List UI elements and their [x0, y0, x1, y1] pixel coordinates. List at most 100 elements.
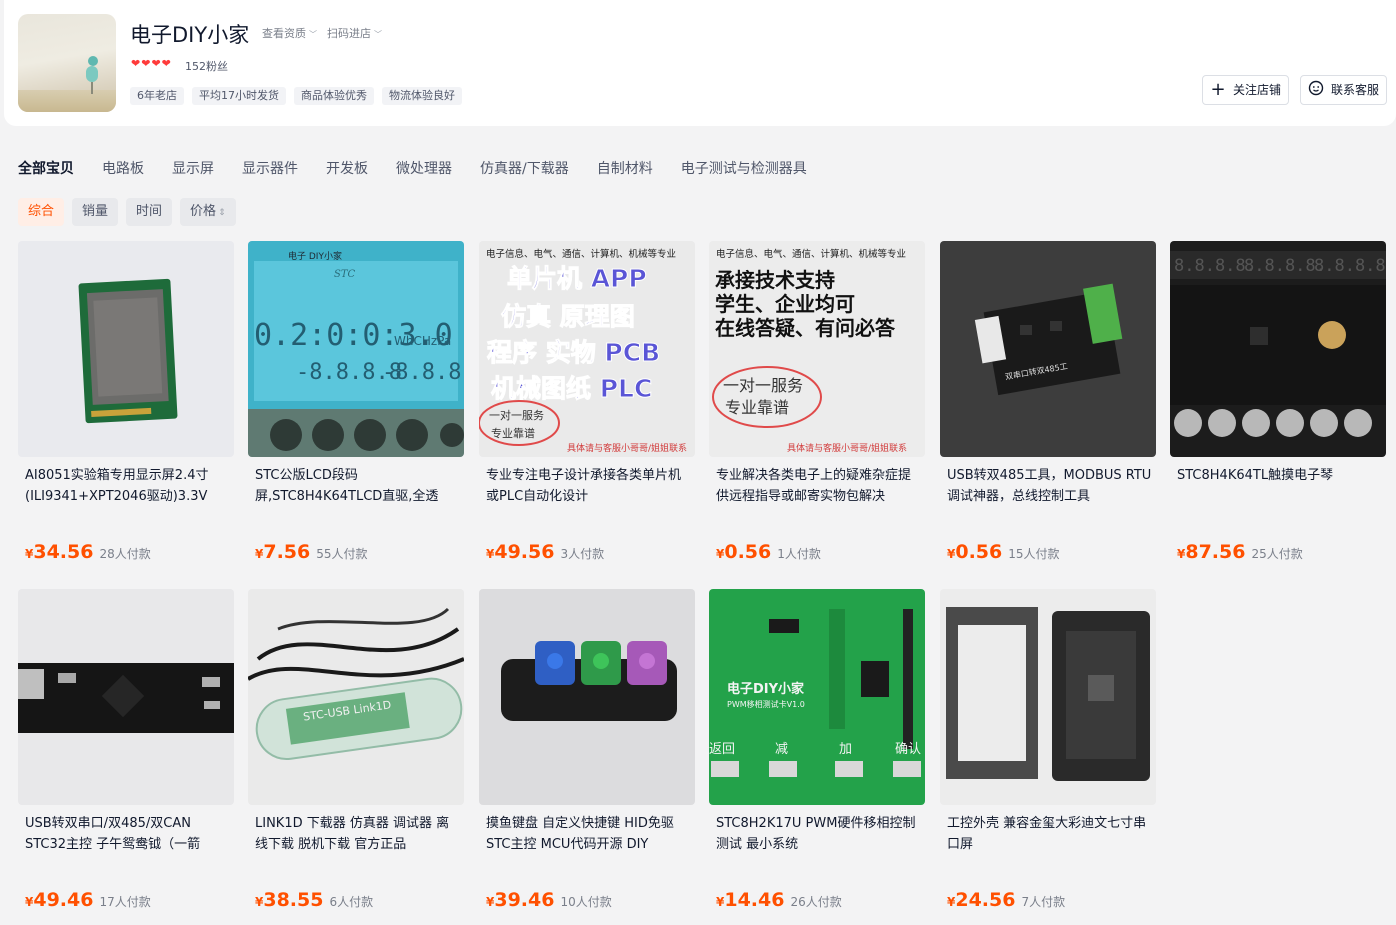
product-card[interactable]: AI8051实验箱专用显示屏2.4寸(ILI9341+XPT2046驱动)3.3…: [18, 241, 234, 577]
product-price: 34.56: [33, 541, 94, 563]
svg-text:一对一服务: 一对一服务: [723, 376, 803, 395]
tab-diy-materials[interactable]: 自制材料: [597, 158, 653, 180]
contact-service-button[interactable]: 联系客服: [1300, 75, 1387, 105]
svg-text:返回: 返回: [709, 742, 735, 757]
product-image-lcd-module[interactable]: [18, 241, 234, 457]
svg-text:电子DIY小家: 电子DIY小家: [727, 681, 805, 697]
plus-icon: +: [1210, 79, 1226, 100]
shop-tags: 6年老店 平均17小时发货 商品体验优秀 物流体验良好: [130, 87, 462, 105]
tab-test-instruments[interactable]: 电子测试与检测器具: [681, 158, 807, 180]
tab-display-device[interactable]: 显示器件: [242, 158, 298, 180]
svg-text:专业靠谱: 专业靠谱: [725, 398, 789, 417]
product-price: 38.55: [263, 889, 324, 911]
product-card[interactable]: 电子信息、电气、通信、计算机、机械等专业 承接技术支持 学生、企业均可 在线答疑…: [709, 241, 925, 577]
svg-text:一对一服务: 一对一服务: [489, 408, 544, 422]
product-title[interactable]: AI8051实验箱专用显示屏2.4寸(ILI9341+XPT2046驱动)3.3…: [25, 465, 230, 509]
tab-all-items[interactable]: 全部宝贝: [18, 158, 74, 180]
product-price-row: ¥ 38.55 6人付款: [255, 889, 373, 911]
product-sold-count: 25人付款: [1251, 547, 1303, 561]
product-price-row: ¥ 0.56 1人付款: [716, 541, 821, 563]
product-title[interactable]: 工控外壳 兼容金玺大彩迪文七寸串口屏: [947, 813, 1152, 857]
svg-text:PWM移相测试卡V1.0: PWM移相测试卡V1.0: [727, 699, 805, 709]
product-price: 0.56: [724, 541, 772, 563]
svg-text:学生、企业均可: 学生、企业均可: [715, 292, 855, 316]
tab-dev-board[interactable]: 开发板: [326, 158, 368, 180]
product-title[interactable]: 专业专注电子设计承接各类单片机或PLC自动化设计: [486, 465, 691, 509]
product-price-row: ¥ 87.56 25人付款: [1177, 541, 1303, 563]
customer-service-icon: [1308, 80, 1324, 100]
tab-circuit-board[interactable]: 电路板: [102, 158, 144, 180]
product-card[interactable]: STC-USB Link1D LINK1D 下载器 仿真器 调试器 离线下载 脱…: [248, 589, 464, 925]
view-credentials-link[interactable]: 查看资质 ﹀: [262, 25, 317, 41]
heart-icon: ❤: [151, 57, 161, 70]
product-image-ad-design[interactable]: 电子信息、电气、通信、计算机、机械等专业 单片机 APP 仿真 原理图 程序 实…: [479, 241, 695, 457]
svg-text:加: 加: [839, 742, 852, 757]
product-title[interactable]: STC8H2K17U PWM硬件移相控制测试 最小系统: [716, 813, 921, 857]
product-title[interactable]: 专业解决各类电子上的疑难杂症提供远程指导或邮寄实物包解决: [716, 465, 921, 509]
svg-text:电子 DIY小家: 电子 DIY小家: [288, 250, 342, 262]
product-price: 49.46: [33, 889, 94, 911]
svg-text:STC: STC: [334, 269, 356, 280]
svg-text:机械图纸 PLC: 机械图纸 PLC: [491, 374, 652, 403]
svg-text:减: 减: [775, 742, 788, 757]
product-price: 0.56: [955, 541, 1003, 563]
scan-to-shop-link[interactable]: 扫码进店 ﹀: [327, 25, 382, 41]
product-image-enclosure[interactable]: [940, 589, 1156, 805]
heart-icon: ❤: [141, 57, 151, 70]
product-price: 24.56: [955, 889, 1016, 911]
product-card[interactable]: USB转双串口/双485/双CAN STC32主控 子午鸳鸯钺（一箭 ¥ 49.…: [18, 589, 234, 925]
shop-avatar[interactable]: [18, 14, 116, 112]
product-price: 49.56: [494, 541, 555, 563]
product-card[interactable]: 双串口转双485工 USB转双485工具，MODBUS RTU调试神器，总线控制…: [940, 241, 1156, 577]
currency-symbol: ¥: [947, 895, 956, 909]
tab-microprocessor[interactable]: 微处理器: [396, 158, 452, 180]
product-sold-count: 17人付款: [99, 895, 151, 909]
product-title[interactable]: STC公版LCD段码屏,STC8H4K64TLCD直驱,全透: [255, 465, 460, 509]
svg-text:程序 实物 PCB: 程序 实物 PCB: [487, 338, 660, 367]
svg-text:具体请与客服小哥哥/姐姐联系: 具体请与客服小哥哥/姐姐联系: [567, 442, 687, 454]
shop-name[interactable]: 电子DIY小家: [130, 19, 249, 49]
product-card[interactable]: 工控外壳 兼容金玺大彩迪文七寸串口屏 ¥ 24.56 7人付款: [940, 589, 1156, 925]
product-card[interactable]: 8.8.8.8. 8.8.8.8. 8.8.8.8. STC8H4K64TL触摸…: [1170, 241, 1386, 577]
product-image-segment-lcd[interactable]: 电子 DIY小家 STC 0.2:0:0:3.0 WhCHzPa -8.8.8.…: [248, 241, 464, 457]
shop-tag: 商品体验优秀: [294, 87, 374, 105]
shop-tag: 平均17小时发货: [192, 87, 286, 105]
product-image-touch-piano[interactable]: 8.8.8.8. 8.8.8.8. 8.8.8.8.: [1170, 241, 1386, 457]
product-card[interactable]: 电子DIY小家 PWM移相测试卡V1.0 返回 减 加 确认 STC8H2K17…: [709, 589, 925, 925]
svg-text:仿真 原理图: 仿真 原理图: [501, 302, 635, 331]
product-title[interactable]: USB转双串口/双485/双CAN STC32主控 子午鸳鸯钺（一箭: [25, 813, 230, 857]
product-title[interactable]: USB转双485工具，MODBUS RTU调试神器，总线控制工具: [947, 465, 1152, 509]
svg-text:承接技术支持: 承接技术支持: [715, 268, 835, 292]
product-card[interactable]: 摸鱼键盘 自定义快捷键 HID免驱 STC主控 MCU代码开源 DIY ¥ 39…: [479, 589, 695, 925]
product-image-usb-dual-serial[interactable]: [18, 589, 234, 805]
currency-symbol: ¥: [1177, 547, 1186, 561]
product-image-pwm-board[interactable]: 电子DIY小家 PWM移相测试卡V1.0 返回 减 加 确认: [709, 589, 925, 805]
product-title[interactable]: STC8H4K64TL触摸电子琴: [1177, 465, 1382, 509]
svg-text:-8.8.8.8: -8.8.8.8: [382, 360, 464, 385]
tab-emulator-downloader[interactable]: 仿真器/下载器: [480, 158, 569, 180]
sort-price[interactable]: 价格 ⇕: [180, 198, 236, 226]
product-image-ad-support[interactable]: 电子信息、电气、通信、计算机、机械等专业 承接技术支持 学生、企业均可 在线答疑…: [709, 241, 925, 457]
sort-sales[interactable]: 销量: [72, 198, 119, 226]
svg-text:在线答疑、有问必答: 在线答疑、有问必答: [715, 316, 896, 340]
product-price-row: ¥ 0.56 15人付款: [947, 541, 1060, 563]
svg-text:电子信息、电气、通信、计算机、机械等专业: 电子信息、电气、通信、计算机、机械等专业: [716, 248, 906, 260]
follow-shop-button[interactable]: + 关注店铺: [1202, 75, 1289, 105]
product-title[interactable]: 摸鱼键盘 自定义快捷键 HID免驱 STC主控 MCU代码开源 DIY: [486, 813, 691, 857]
product-card[interactable]: 电子信息、电气、通信、计算机、机械等专业 单片机 APP 仿真 原理图 程序 实…: [479, 241, 695, 577]
product-image-link1d[interactable]: STC-USB Link1D: [248, 589, 464, 805]
sort-arrows-icon: ⇕: [218, 208, 226, 218]
product-image-keyboard[interactable]: [479, 589, 695, 805]
product-sold-count: 7人付款: [1021, 895, 1066, 909]
currency-symbol: ¥: [25, 547, 34, 561]
currency-symbol: ¥: [716, 895, 725, 909]
sort-default[interactable]: 综合: [18, 198, 65, 226]
svg-text:单片机 APP: 单片机 APP: [507, 264, 647, 293]
product-card[interactable]: 电子 DIY小家 STC 0.2:0:0:3.0 WhCHzPa -8.8.8.…: [248, 241, 464, 577]
product-image-usb-485[interactable]: 双串口转双485工: [940, 241, 1156, 457]
tab-display-screen[interactable]: 显示屏: [172, 158, 214, 180]
sort-time[interactable]: 时间: [126, 198, 173, 226]
product-title[interactable]: LINK1D 下载器 仿真器 调试器 离线下载 脱机下载 官方正品: [255, 813, 460, 857]
shop-header: 电子DIY小家 查看资质 ﹀ 扫码进店 ﹀ ❤ ❤ ❤ ❤ 152粉丝 6年老店 平…: [4, 0, 1396, 126]
product-price: 39.46: [494, 889, 555, 911]
